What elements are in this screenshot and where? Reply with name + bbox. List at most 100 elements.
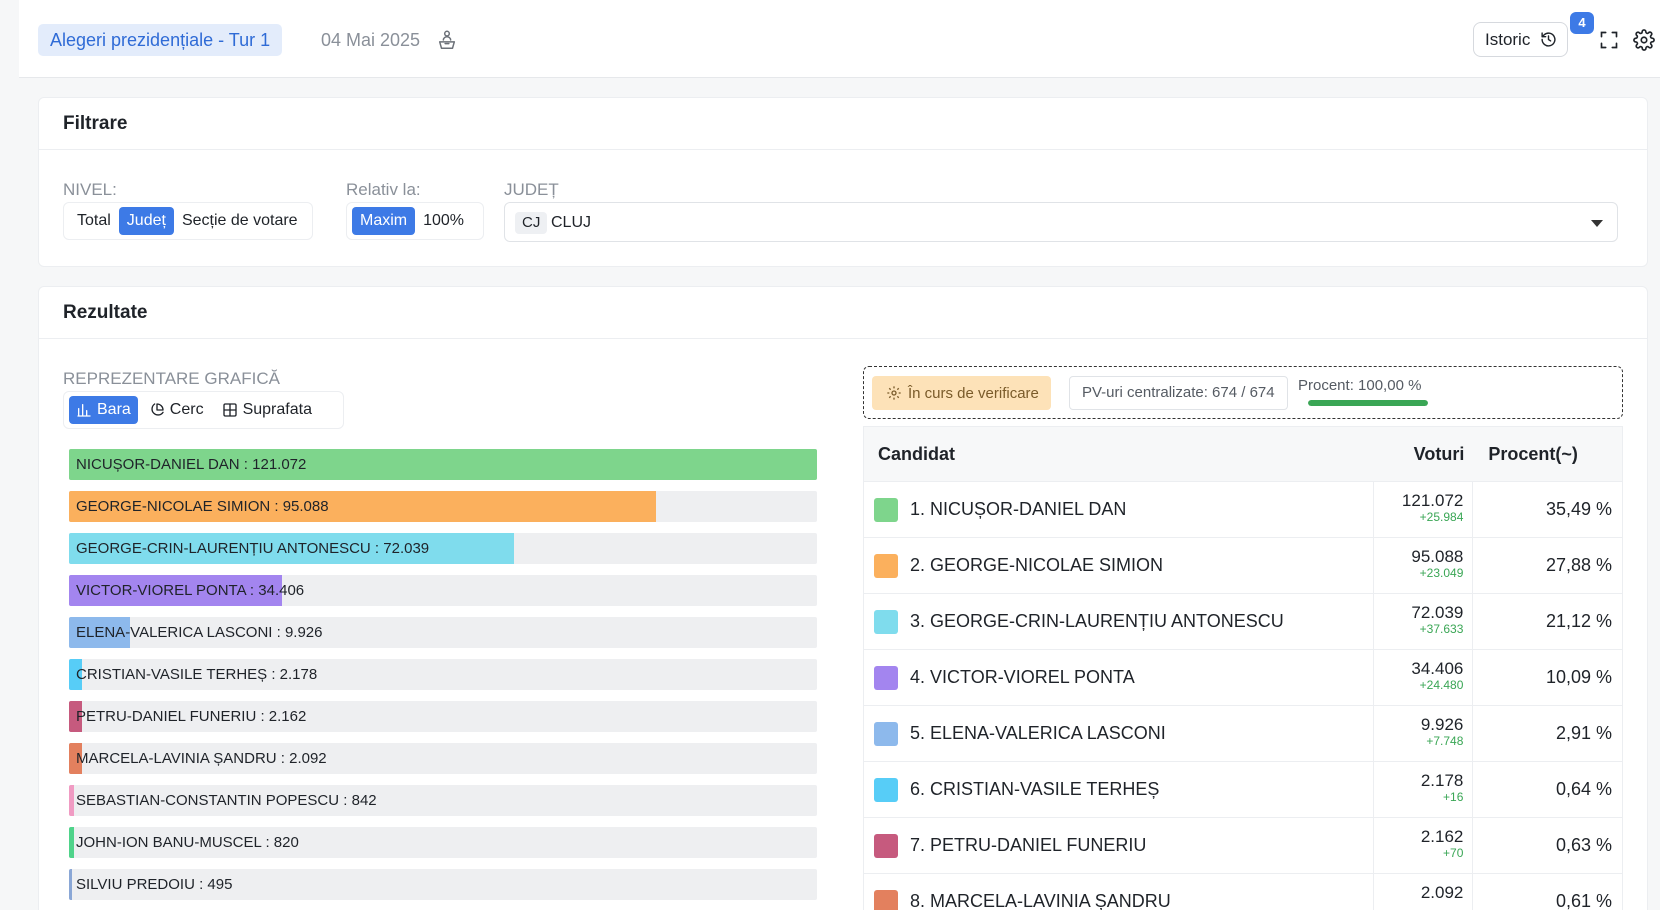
settings-gear-icon[interactable] [1633, 29, 1655, 56]
table-row[interactable]: 7. PETRU-DANIEL FUNERIU 2.162 +70 0,63 % [863, 818, 1623, 874]
bar-row[interactable]: GEORGE-CRIN-LAURENȚIU ANTONESCU : 72.039 [69, 533, 817, 564]
percent-cell: 0,61 % [1472, 874, 1622, 910]
bar-label: GEORGE-NICOLAE SIMION : 95.088 [76, 498, 329, 515]
votes-cell: 2.162 +70 [1372, 818, 1473, 873]
bar-row[interactable]: JOHN-ION BANU-MUSCEL : 820 [69, 827, 817, 858]
candidate-name: 1. NICUȘOR-DANIEL DAN [910, 499, 1127, 519]
tab-bar-label: Bara [97, 401, 131, 418]
bar-row[interactable]: CRISTIAN-VASILE TERHEȘ : 2.178 [69, 659, 817, 690]
top-bar: Alegeri prezidențiale - Tur 1 04 Mai 202… [19, 0, 1660, 78]
color-swatch [874, 777, 898, 802]
table-row[interactable]: 4. VICTOR-VIOREL PONTA 34.406 +24.480 10,09… [863, 650, 1623, 706]
candidate-name: 8. MARCELA-LAVINIA ȘANDRU [910, 891, 1171, 910]
level-option-judet[interactable]: Județ [118, 207, 174, 235]
votes-value: 121.072 [1401, 491, 1464, 510]
header-candidate[interactable]: Candidat [864, 427, 1373, 481]
bar [69, 869, 73, 900]
header-votes[interactable]: Voturi [1373, 427, 1473, 481]
color-swatch [874, 553, 898, 578]
results-heading: Rezultate [39, 287, 1647, 339]
votes-delta: +70 [1443, 846, 1464, 860]
tab-area-chart[interactable]: Suprafata [215, 396, 319, 424]
bar-row[interactable]: MARCELA-LAVINIA ȘANDRU : 2.092 [69, 743, 817, 774]
votes-cell: 2.178 +16 [1372, 762, 1473, 817]
votes-value: 2.178 [1420, 771, 1464, 790]
candidate-name: 6. CRISTIAN-VASILE TERHEȘ [910, 779, 1160, 799]
graph-label: REPREZENTARE GRAFICĂ [63, 369, 280, 388]
election-title[interactable]: Alegeri prezidențiale - Tur 1 [38, 24, 283, 56]
bar-label: PETRU-DANIEL FUNERIU : 2.162 [76, 708, 307, 725]
county-select[interactable]: CJ CLUJ [504, 202, 1618, 242]
bar-row[interactable]: NICUȘOR-DANIEL DAN : 121.072 [69, 449, 817, 480]
ballot-box-icon[interactable] [436, 29, 460, 53]
votes-value: 95.088 [1411, 547, 1464, 566]
results-card: Rezultate REPREZENTARE GRAFICĂ Bara Cerc… [38, 286, 1648, 910]
level-label: NIVEL: [63, 180, 117, 199]
candidate-cell: 5. ELENA-VALERICA LASCONI [864, 706, 1373, 761]
bar-label: NICUȘOR-DANIEL DAN : 121.072 [76, 456, 307, 473]
table-row[interactable]: 1. NICUȘOR-DANIEL DAN 121.072 +25.984 35,49… [863, 482, 1623, 538]
bar-row[interactable]: SILVIU PREDOIU : 495 [69, 869, 817, 900]
fullscreen-icon[interactable] [1599, 30, 1619, 55]
color-swatch [874, 889, 898, 910]
bar-row[interactable]: ELENA-VALERICA LASCONI : 9.926 [69, 617, 817, 648]
votes-delta: +37.633 [1419, 622, 1464, 636]
color-swatch [874, 609, 898, 634]
votes-cell: 34.406 +24.480 [1372, 650, 1473, 705]
status-panel: În curs de verificare PV-uri centralizat… [863, 366, 1623, 419]
tab-pie-chart[interactable]: Cerc [142, 396, 211, 424]
bar [69, 785, 75, 816]
table-row[interactable]: 6. CRISTIAN-VASILE TERHEȘ 2.178 +16 0,64 % [863, 762, 1623, 818]
color-swatch [874, 833, 898, 858]
candidate-cell: 1. NICUȘOR-DANIEL DAN [864, 482, 1373, 537]
bar-row[interactable]: GEORGE-NICOLAE SIMION : 95.088 [69, 491, 817, 522]
table-row[interactable]: 2. GEORGE-NICOLAE SIMION 95.088 +23.049 27,… [863, 538, 1623, 594]
color-swatch [874, 497, 898, 522]
bar-label: MARCELA-LAVINIA ȘANDRU : 2.092 [76, 750, 327, 767]
percent-cell: 0,63 % [1472, 818, 1622, 873]
county-label: JUDEȚ [504, 180, 559, 199]
votes-value: 9.926 [1420, 715, 1464, 734]
bar-row[interactable]: PETRU-DANIEL FUNERIU : 2.162 [69, 701, 817, 732]
relative-option-100[interactable]: 100% [415, 207, 472, 235]
procent-progress-fill [1308, 400, 1428, 406]
votes-cell: 121.072 +25.984 [1372, 482, 1473, 537]
candidate-cell: 4. VICTOR-VIOREL PONTA [864, 650, 1373, 705]
votes-value: 72.039 [1411, 603, 1464, 622]
filter-heading: Filtrare [39, 98, 1647, 150]
candidate-cell: 8. MARCELA-LAVINIA ȘANDRU [864, 874, 1373, 910]
votes-delta: +25.984 [1419, 510, 1464, 524]
votes-value: 2.092 [1420, 883, 1464, 902]
gear-icon [887, 386, 901, 400]
bar-chart-icon [77, 404, 91, 417]
table-row[interactable]: 5. ELENA-VALERICA LASCONI 9.926 +7.748 2,91… [863, 706, 1623, 762]
history-button[interactable]: Istoric [1473, 22, 1568, 57]
tab-bar-chart[interactable]: Bara [69, 396, 138, 424]
votes-delta: +7.748 [1426, 734, 1464, 748]
level-option-total[interactable]: Total [69, 207, 119, 235]
treemap-icon [222, 403, 237, 417]
relative-selector: Maxim 100% [346, 202, 484, 240]
procent-label: Procent: 100,00 % [1298, 377, 1422, 394]
votes-cell: 9.926 +7.748 [1372, 706, 1473, 761]
votes-value: 2.162 [1420, 827, 1464, 846]
percent-cell: 0,64 % [1472, 762, 1622, 817]
bar-label: GEORGE-CRIN-LAURENȚIU ANTONESCU : 72.039 [76, 540, 430, 557]
color-swatch [874, 721, 898, 746]
county-name: CLUJ [551, 214, 592, 231]
table-row[interactable]: 3. GEORGE-CRIN-LAURENȚIU ANTONESCU 72.039… [863, 594, 1623, 650]
candidate-cell: 3. GEORGE-CRIN-LAURENȚIU ANTONESCU [864, 594, 1373, 649]
bar-row[interactable]: SEBASTIAN-CONSTANTIN POPESCU : 842 [69, 785, 817, 816]
chevron-down-icon[interactable] [1591, 220, 1603, 227]
relative-option-maxim[interactable]: Maxim [352, 207, 416, 235]
bar-label: SILVIU PREDOIU : 495 [76, 876, 233, 893]
percent-cell: 21,12 % [1472, 594, 1622, 649]
pie-chart-icon [151, 403, 164, 416]
level-option-sectie[interactable]: Secție de votare [174, 207, 306, 235]
table-header: Candidat Voturi Procent(~) [863, 426, 1623, 482]
bar [69, 827, 75, 858]
votes-value: 34.406 [1411, 659, 1464, 678]
table-row[interactable]: 8. MARCELA-LAVINIA ȘANDRU 2.092 0,61 % [863, 874, 1623, 910]
bar-row[interactable]: VICTOR-VIOREL PONTA : 34.406 [69, 575, 817, 606]
header-percent[interactable]: Procent(~) [1472, 427, 1622, 481]
